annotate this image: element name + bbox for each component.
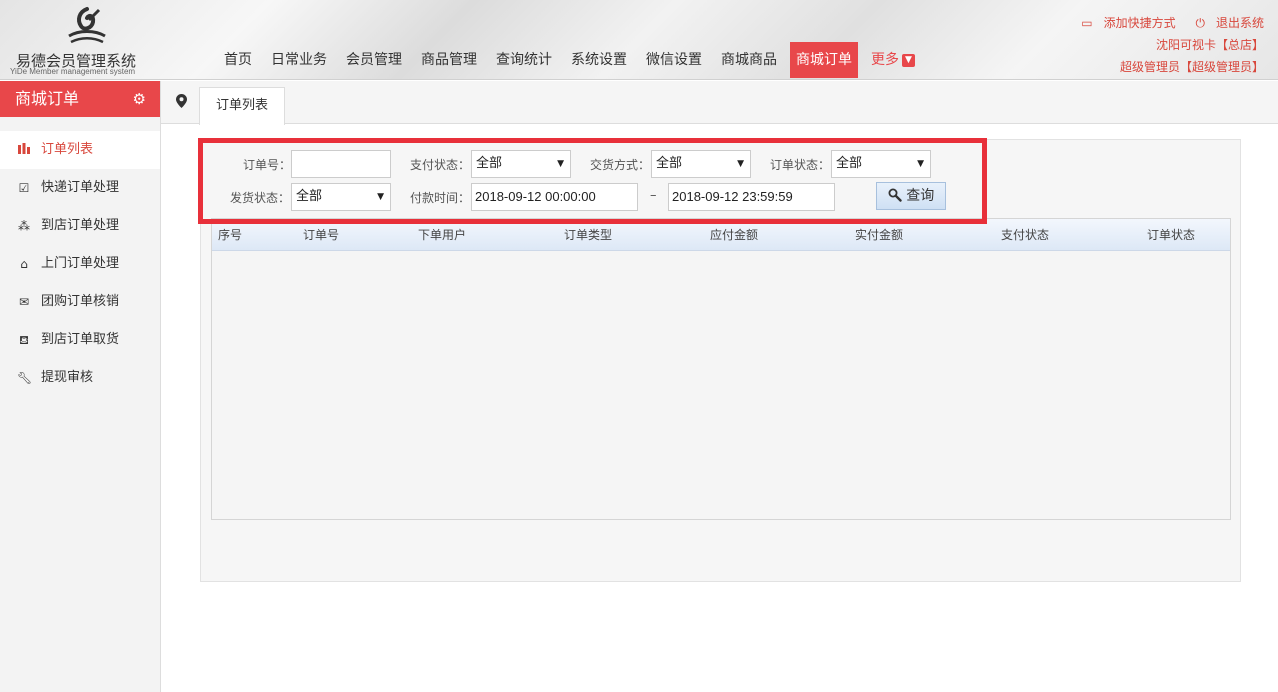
nav-more[interactable]: 更多 ▼ <box>865 42 921 78</box>
sidebar-item-instore-pickup[interactable]: ⛾ 到店订单取货 <box>0 321 160 359</box>
orders-table: 序号 订单号 下单用户 订单类型 应付金额 实付金额 支付状态 订单状态 <box>211 218 1231 520</box>
nav-mall-products[interactable]: 商城商品 <box>715 42 783 78</box>
sidebar-item-home-orders[interactable]: ⌂ 上门订单处理 <box>0 245 160 283</box>
home-icon: ⌂ <box>20 257 28 271</box>
sidebar-title: 商城订单 <box>15 89 80 108</box>
sidebar-item-label: 订单列表 <box>41 142 94 157</box>
logo-subtitle: YiDe Member management system <box>10 67 136 76</box>
envelope-icon: ✉ <box>18 295 30 309</box>
add-shortcut-link[interactable]: ▭ 添加快捷方式 <box>1073 16 1175 30</box>
nav-more-label: 更多 <box>871 52 899 68</box>
nav-daily[interactable]: 日常业务 <box>265 42 333 78</box>
logout-link[interactable]: ⏻ 退出系统 <box>1187 16 1264 30</box>
power-icon: ⏻ <box>1195 16 1205 30</box>
monitor-icon: ▭ <box>1081 16 1093 30</box>
nav-mall-orders[interactable]: 商城订单 <box>790 42 858 78</box>
header-user-area: ▭ 添加快捷方式 ⏻ 退出系统 沈阳可视卡【总店】 超级管理员【超级管理员】 <box>1065 12 1264 78</box>
tab-order-list[interactable]: 订单列表 <box>199 87 285 125</box>
sidebar-item-label: 快递订单处理 <box>41 180 120 195</box>
bar-chart-icon <box>17 131 31 169</box>
nav-system-settings[interactable]: 系统设置 <box>565 42 633 78</box>
column-header-pay-status[interactable]: 支付状态 <box>1001 219 1049 251</box>
sidebar-item-label: 到店订单处理 <box>41 218 120 233</box>
sidebar-item-withdraw-review[interactable]: 🔧︎ 提现审核 <box>0 359 160 397</box>
chevron-down-icon: ▼ <box>902 53 915 67</box>
main-nav: 首页 日常业务 会员管理 商品管理 查询统计 系统设置 微信设置 商城商品 商城… <box>218 42 928 78</box>
cubes-icon: ⁂ <box>18 219 30 233</box>
store-name[interactable]: 沈阳可视卡【总店】 <box>1065 34 1264 56</box>
logout-label: 退出系统 <box>1215 16 1264 30</box>
nav-home[interactable]: 首页 <box>218 42 258 78</box>
column-header-order-status[interactable]: 订单状态 <box>1147 219 1195 251</box>
user-name[interactable]: 超级管理员【超级管理员】 <box>1065 56 1264 78</box>
sidebar-item-label: 提现审核 <box>41 370 94 385</box>
location-pin-icon <box>176 94 187 112</box>
top-header: 易德会员管理系统 YiDe Member management system 首… <box>0 0 1278 80</box>
sidebar: 商城订单 ⚙ 订单列表 ☑ 快递订单处理 ⁂ 到店订单处理 ⌂ 上门订单处理 ✉… <box>0 81 161 692</box>
sidebar-item-order-list[interactable]: 订单列表 <box>0 131 160 169</box>
sidebar-item-instore-orders[interactable]: ⁂ 到店订单处理 <box>0 207 160 245</box>
checkbox-icon: ☑ <box>18 181 30 195</box>
logo-mark-icon <box>68 7 106 44</box>
sidebar-item-label: 团购订单核销 <box>41 294 120 309</box>
wrench-icon: 🔧︎ <box>17 371 33 385</box>
sidebar-item-express-orders[interactable]: ☑ 快递订单处理 <box>0 169 160 207</box>
nav-members[interactable]: 会员管理 <box>340 42 408 78</box>
logo[interactable]: 易德会员管理系统 YiDe Member management system <box>10 4 160 76</box>
sidebar-item-groupbuy-verify[interactable]: ✉ 团购订单核销 <box>0 283 160 321</box>
highlight-box <box>198 138 987 224</box>
add-shortcut-label: 添加快捷方式 <box>1103 16 1176 30</box>
nav-wechat-settings[interactable]: 微信设置 <box>640 42 708 78</box>
basket-icon: ⛾ <box>19 333 29 347</box>
nav-products[interactable]: 商品管理 <box>415 42 483 78</box>
gear-icon[interactable]: ⚙ <box>133 81 146 117</box>
nav-stats[interactable]: 查询统计 <box>490 42 558 78</box>
sidebar-header: 商城订单 ⚙ <box>0 81 160 117</box>
sidebar-item-label: 上门订单处理 <box>41 256 120 271</box>
tab-bar: 订单列表 <box>161 81 1278 125</box>
sidebar-item-label: 到店订单取货 <box>41 332 120 347</box>
